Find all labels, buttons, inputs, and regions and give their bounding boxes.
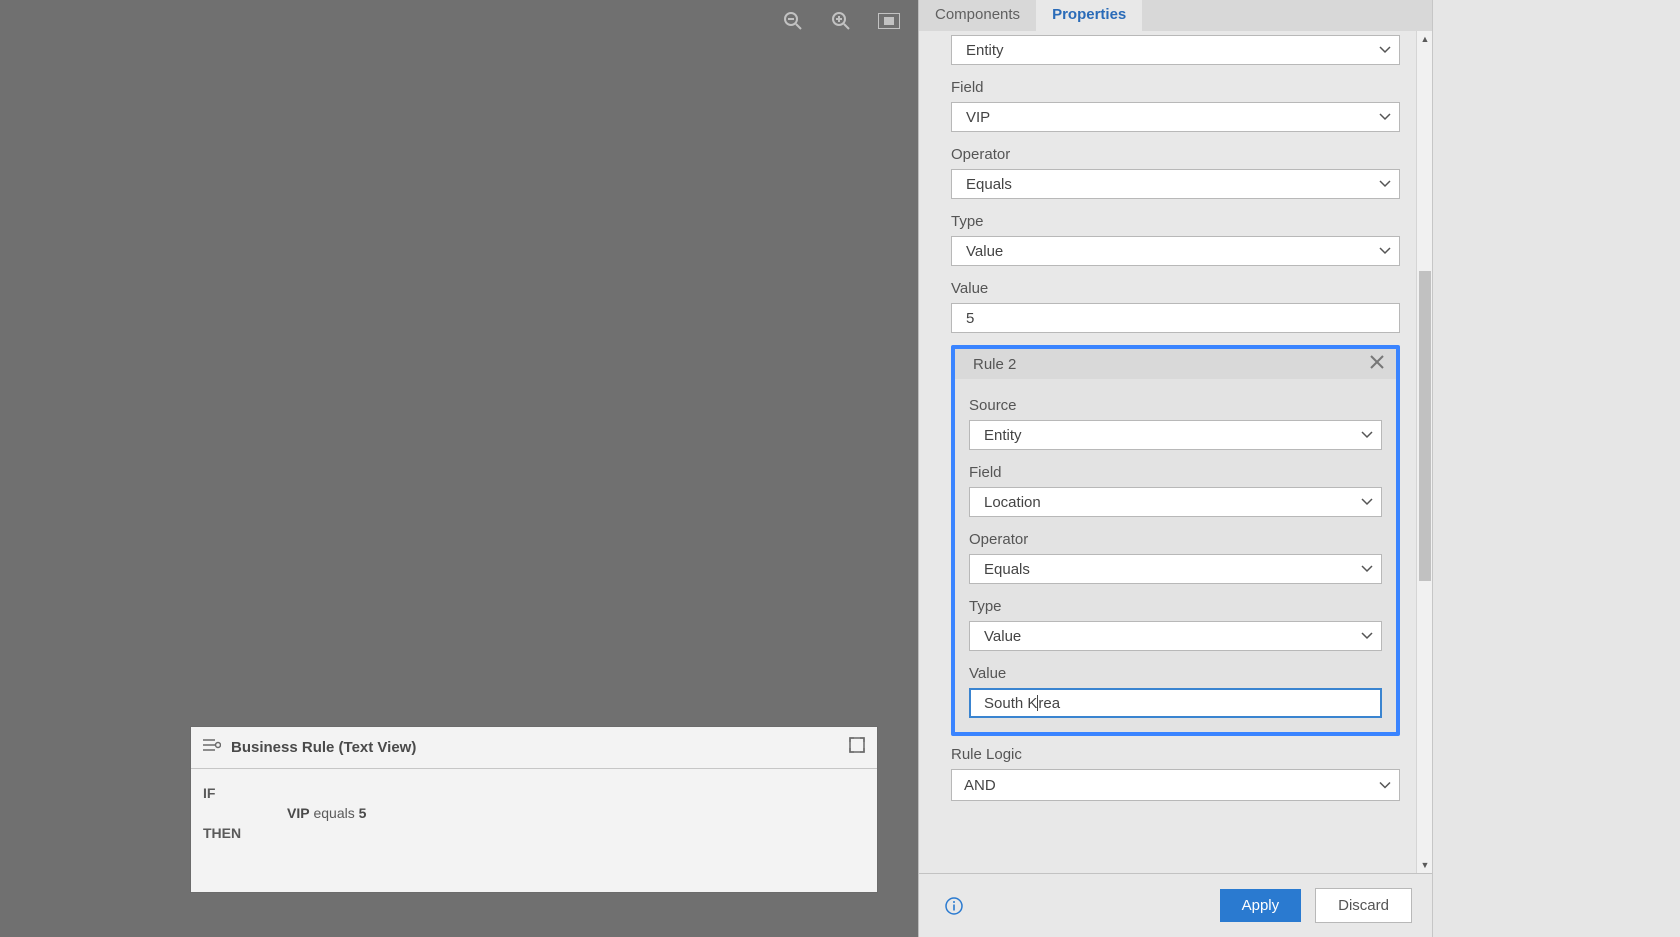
condition-field: VIP bbox=[287, 805, 310, 821]
text-view-header: Business Rule (Text View) bbox=[191, 727, 877, 769]
rule2-type-value: Value bbox=[984, 628, 1021, 645]
scrollbar-thumb[interactable] bbox=[1419, 271, 1431, 581]
rule1-source-select[interactable]: Entity bbox=[951, 35, 1400, 65]
properties-content: Entity Field VIP Operator Equals Type Va… bbox=[919, 31, 1416, 873]
rule-logic-select[interactable]: AND bbox=[951, 769, 1400, 801]
zoom-out-icon[interactable] bbox=[782, 10, 804, 32]
rule1-type-select[interactable]: Value bbox=[951, 236, 1400, 266]
rule2-field-value: Location bbox=[984, 494, 1041, 511]
text-view-title: Business Rule (Text View) bbox=[231, 739, 416, 756]
rule2-operator-value: Equals bbox=[984, 561, 1030, 578]
canvas-toolbar bbox=[782, 10, 900, 32]
rule1-source-value: Entity bbox=[966, 42, 1004, 59]
fit-to-screen-icon[interactable] bbox=[878, 10, 900, 32]
right-pane: Components Properties Entity Field VIP O… bbox=[918, 0, 1432, 937]
text-view-maximize-icon[interactable] bbox=[849, 737, 865, 758]
rule1-operator-value: Equals bbox=[966, 176, 1012, 193]
chevron-down-icon bbox=[1361, 565, 1373, 573]
rule2-operator-select[interactable]: Equals bbox=[969, 554, 1382, 584]
condition-operator: equals bbox=[313, 805, 354, 821]
condition-line: VIP equals 5 bbox=[203, 805, 865, 821]
rule1-operator-label: Operator bbox=[951, 146, 1400, 163]
text-view-body: IF VIP equals 5 THEN bbox=[191, 769, 877, 851]
rule1-type-value: Value bbox=[966, 243, 1003, 260]
scrollbar-down-icon[interactable]: ▼ bbox=[1417, 857, 1432, 873]
canvas-area[interactable]: Business Rule (Text View) IF VIP equals … bbox=[0, 0, 918, 937]
if-keyword: IF bbox=[203, 785, 215, 801]
rule2-value-label: Value bbox=[969, 665, 1382, 682]
zoom-in-icon[interactable] bbox=[830, 10, 852, 32]
tab-properties[interactable]: Properties bbox=[1036, 0, 1142, 31]
action-bar: Apply Discard bbox=[919, 873, 1432, 937]
rule1-field-value: VIP bbox=[966, 109, 990, 126]
rule1-type-label: Type bbox=[951, 213, 1400, 230]
chevron-down-icon bbox=[1379, 46, 1391, 54]
scrollbar-up-icon[interactable]: ▲ bbox=[1417, 31, 1432, 47]
rule1-value: 5 bbox=[966, 310, 974, 327]
chevron-down-icon bbox=[1361, 498, 1373, 506]
rule-logic-label: Rule Logic bbox=[951, 746, 1400, 763]
rule2-field-select[interactable]: Location bbox=[969, 487, 1382, 517]
rule2-value-pre: South K bbox=[984, 695, 1037, 712]
rule2-type-label: Type bbox=[969, 598, 1382, 615]
rule2-source-label: Source bbox=[969, 397, 1382, 414]
right-outer-gutter bbox=[1432, 0, 1680, 937]
rule2-title: Rule 2 bbox=[973, 356, 1016, 373]
condition-value: 5 bbox=[359, 805, 367, 821]
discard-button[interactable]: Discard bbox=[1315, 888, 1412, 923]
rule2-type-select[interactable]: Value bbox=[969, 621, 1382, 651]
rule2-header: Rule 2 bbox=[955, 349, 1396, 379]
chevron-down-icon bbox=[1361, 632, 1373, 640]
business-rule-text-view-panel: Business Rule (Text View) IF VIP equals … bbox=[190, 726, 878, 893]
rule1-operator-select[interactable]: Equals bbox=[951, 169, 1400, 199]
tabs: Components Properties bbox=[919, 0, 1432, 31]
chevron-down-icon bbox=[1379, 180, 1391, 188]
rule2-field-label: Field bbox=[969, 464, 1382, 481]
rule2-source-select[interactable]: Entity bbox=[969, 420, 1382, 450]
rule2-card: Rule 2 Source Entity Field Loc bbox=[951, 345, 1400, 736]
rule1-field-label: Field bbox=[951, 79, 1400, 96]
then-keyword: THEN bbox=[203, 825, 241, 841]
info-icon[interactable] bbox=[945, 897, 963, 915]
tab-components[interactable]: Components bbox=[919, 0, 1036, 31]
chevron-down-icon bbox=[1379, 247, 1391, 255]
rule1-value-input[interactable]: 5 bbox=[951, 303, 1400, 333]
rule2-value-post: rea bbox=[1038, 695, 1060, 712]
chevron-down-icon bbox=[1379, 777, 1391, 794]
rule1-field-select[interactable]: VIP bbox=[951, 102, 1400, 132]
chevron-down-icon bbox=[1379, 113, 1391, 121]
rule2-close-icon[interactable] bbox=[1370, 355, 1384, 373]
rule2-value-input[interactable]: South Krea bbox=[969, 688, 1382, 718]
text-view-icon bbox=[203, 738, 221, 757]
scrollbar[interactable]: ▲ ▼ bbox=[1416, 31, 1432, 873]
rule2-source-value: Entity bbox=[984, 427, 1022, 444]
rule2-operator-label: Operator bbox=[969, 531, 1382, 548]
rule1-value-label: Value bbox=[951, 280, 1400, 297]
apply-button[interactable]: Apply bbox=[1220, 889, 1302, 922]
rule-logic-value: AND bbox=[964, 777, 996, 794]
chevron-down-icon bbox=[1361, 431, 1373, 439]
